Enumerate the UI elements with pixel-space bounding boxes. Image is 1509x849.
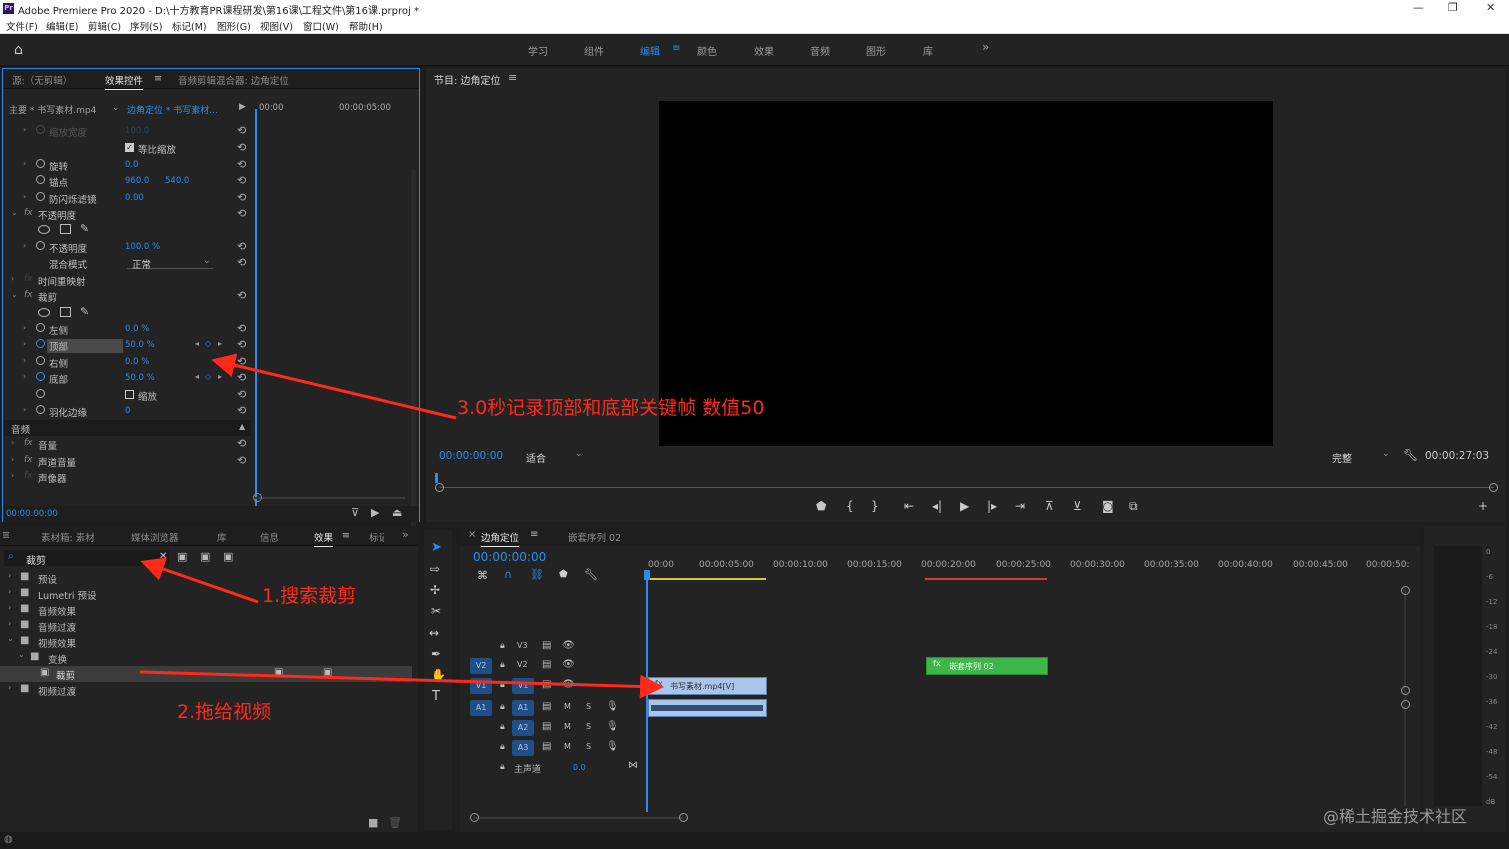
- annotation-arrow-keyframe: [211, 353, 457, 420]
- annotation-arrow-search: [140, 557, 259, 604]
- watermark: @稀土掘金技术社区: [1323, 807, 1468, 826]
- annotation-arrow-drag: [139, 670, 664, 699]
- annotation-step1: 1.搜索裁剪: [262, 585, 357, 607]
- annotation-step3: 3.0秒记录顶部和底部关键帧 数值50: [457, 397, 765, 419]
- annotation-step2: 2.拖给视频: [177, 701, 272, 723]
